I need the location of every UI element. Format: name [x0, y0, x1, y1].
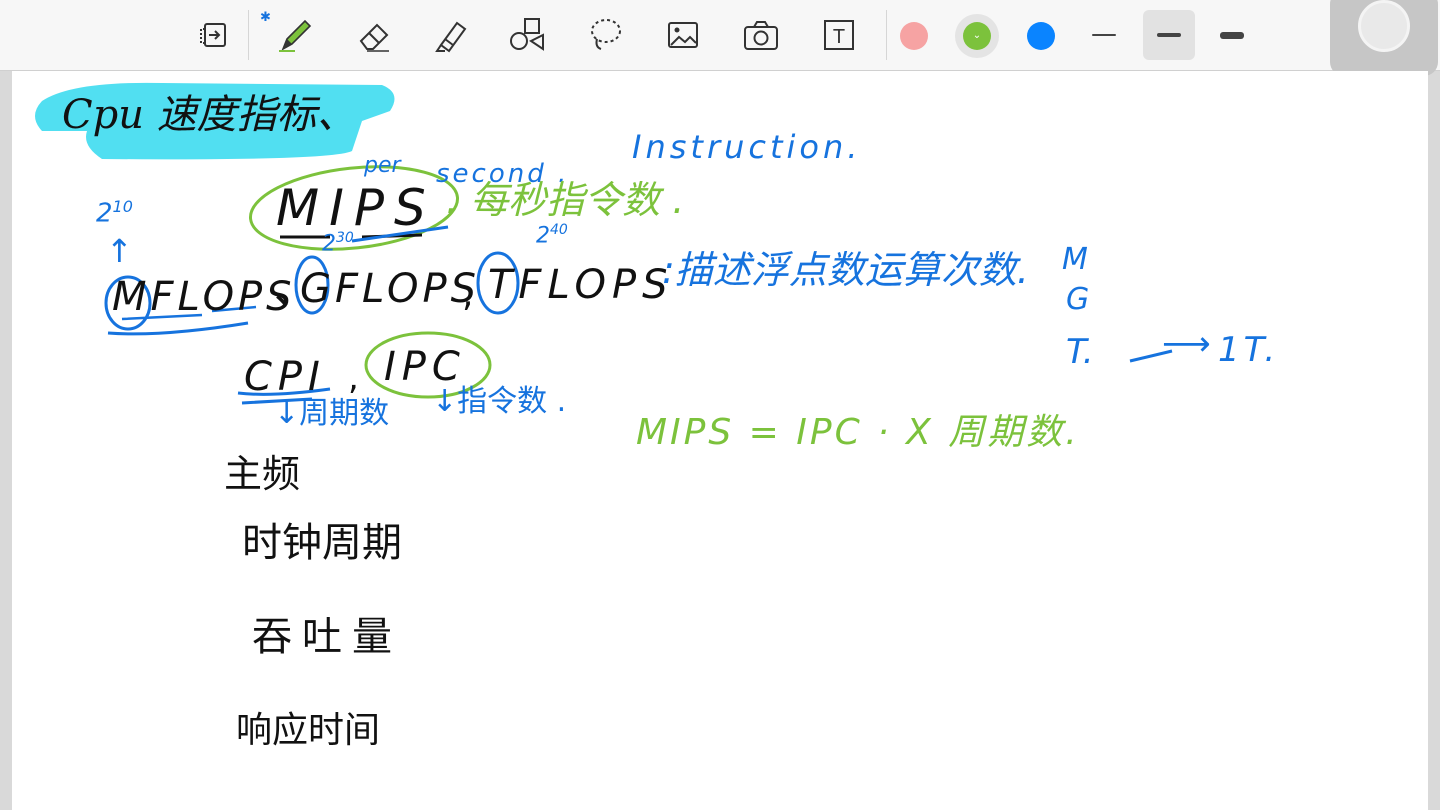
- stroke-width-thick[interactable]: [1206, 10, 1258, 60]
- floating-assistive-button[interactable]: [1330, 0, 1438, 76]
- mips-description: . 每秒指令数 .: [446, 178, 685, 222]
- arrow-right-icon: ⟶: [1162, 324, 1211, 364]
- exponent-2-10: 210: [96, 197, 133, 229]
- stroke-thin-icon: [1092, 34, 1116, 36]
- color-swatch-green[interactable]: ⌄: [963, 22, 991, 50]
- toolbar: ✱ T ⌄: [0, 0, 1440, 76]
- chevron-down-icon: ⌄: [972, 30, 982, 41]
- lasso-tool-button[interactable]: [582, 12, 628, 58]
- unit-g: G: [1066, 282, 1090, 317]
- text-box-icon: T: [824, 20, 854, 50]
- shapes-tool-button[interactable]: [504, 12, 550, 58]
- stroke-medium-icon: [1157, 33, 1181, 37]
- page-view-button[interactable]: [192, 12, 238, 58]
- mflops-label: MFLOPS: [112, 274, 296, 320]
- unit-t: T.: [1066, 332, 1094, 372]
- flops-description: :描述浮点数运算次数.: [662, 248, 1029, 292]
- unit-result: 1T.: [1218, 330, 1280, 370]
- pen-tool-button[interactable]: [272, 12, 318, 58]
- tflops-label: TFLOPS: [488, 262, 674, 308]
- item-clock-cycle: 时钟周期: [242, 520, 402, 566]
- exponent-2-30: 230: [322, 230, 354, 257]
- svg-text:T: T: [833, 26, 845, 48]
- cpi-ipc-separator: ,: [348, 358, 359, 398]
- note-title: Cpu 速度指标、: [62, 92, 357, 138]
- stroke-width-medium[interactable]: [1143, 10, 1195, 60]
- mips-label: MIPS: [276, 179, 436, 237]
- up-arrow-icon: ↑: [106, 232, 133, 270]
- cpi-note: ↓周期数: [274, 396, 390, 431]
- camera-icon: [744, 21, 778, 50]
- item-response-time: 响应时间: [236, 710, 381, 751]
- item-throughput: 吞吐量: [252, 614, 402, 660]
- highlighter-tool-button[interactable]: [428, 12, 474, 58]
- color-swatch-blue[interactable]: [1027, 22, 1055, 50]
- eraser-icon: [359, 23, 389, 52]
- exponent-2-40: 240: [536, 222, 568, 249]
- highlighter-icon: [435, 21, 467, 53]
- image-insert-button[interactable]: [660, 12, 706, 58]
- cpi-label: CPI: [244, 354, 326, 400]
- assistive-knob-icon: [1358, 0, 1410, 52]
- toolbar-divider: [886, 10, 887, 60]
- toolbar-divider: [248, 10, 249, 60]
- color-swatch-pink[interactable]: [900, 22, 928, 50]
- eraser-tool-button[interactable]: [352, 12, 398, 58]
- ipc-note: ↓指令数 .: [432, 384, 567, 419]
- gflops-label: GFLOPS: [300, 266, 481, 312]
- lasso-icon: [591, 19, 621, 50]
- page-view-icon: [200, 23, 226, 47]
- unit-m: M: [1062, 242, 1088, 277]
- mips-formula: MIPS = IPC · X 周期数.: [636, 412, 1080, 453]
- text-box-button[interactable]: T: [816, 12, 862, 58]
- camera-button[interactable]: [738, 12, 784, 58]
- image-icon: [668, 22, 698, 48]
- pen-icon: [279, 19, 312, 52]
- ipc-label: IPC: [384, 344, 466, 390]
- shapes-icon: [510, 18, 544, 51]
- bluetooth-icon: ✱: [260, 10, 271, 25]
- note-page[interactable]: Cpu 速度指标、 per second . Instruction. 210 …: [12, 71, 1428, 810]
- flops-separator-2: ,: [462, 274, 474, 315]
- instruction-label: Instruction.: [632, 128, 862, 166]
- stroke-thick-icon: [1220, 31, 1244, 39]
- item-main-frequency: 主频: [224, 452, 301, 496]
- stroke-width-thin[interactable]: [1078, 10, 1130, 60]
- per-label: per: [364, 153, 401, 178]
